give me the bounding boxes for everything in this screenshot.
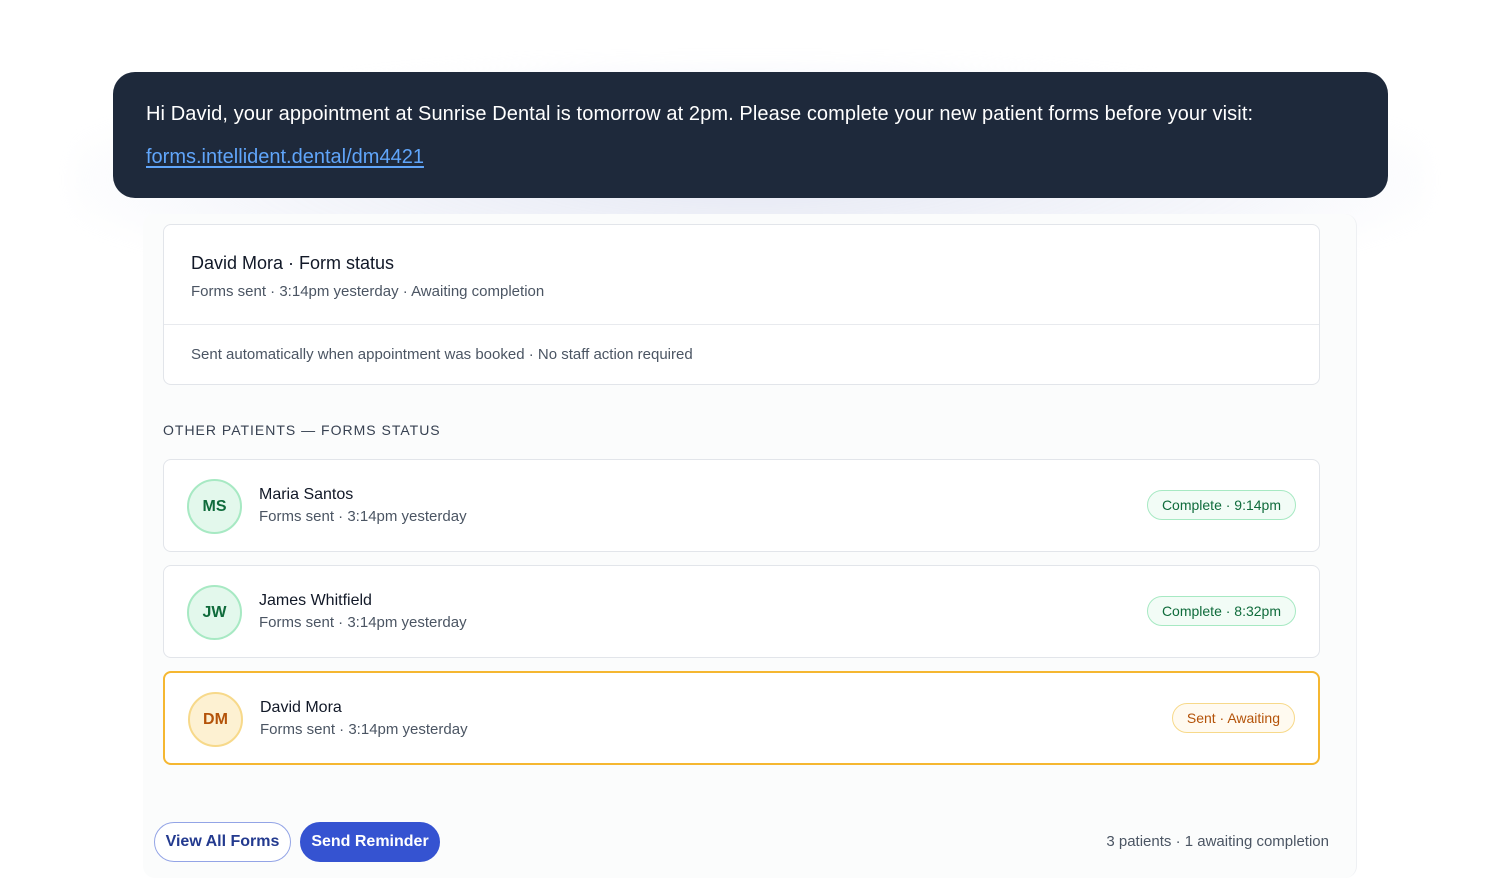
patient-forms-sent: Forms sent · 3:14pm yesterday bbox=[259, 614, 467, 631]
status-card-title: David Mora · Form status bbox=[191, 253, 395, 273]
forms-link[interactable]: forms.intellident.dental/dm4421 bbox=[146, 144, 424, 170]
patient-name: James Whitfield bbox=[259, 592, 372, 609]
patient-row-maria-santos[interactable]: MS Maria Santos Forms sent · 3:14pm yest… bbox=[163, 459, 1320, 552]
status-badge: Complete · 8:32pm bbox=[1146, 596, 1296, 626]
patient-forms-sent: Forms sent · 3:14pm yesterday bbox=[260, 721, 468, 738]
avatar: JW bbox=[187, 585, 242, 640]
form-status-card: David Mora · Form status Forms sent · 3:… bbox=[163, 224, 1320, 385]
patient-forms-sent: Forms sent · 3:14pm yesterday bbox=[259, 508, 467, 525]
status-card-subtitle: Forms sent · 3:14pm yesterday · Awaiting… bbox=[191, 283, 545, 300]
status-badge: Sent · Awaiting bbox=[1171, 703, 1295, 733]
view-all-forms-button[interactable]: View All Forms bbox=[154, 822, 291, 862]
status-badge: Complete · 9:14pm bbox=[1146, 490, 1296, 520]
patient-row-james-whitfield[interactable]: JW James Whitfield Forms sent · 3:14pm y… bbox=[163, 565, 1320, 658]
message-text: Hi David, your appointment at Sunrise De… bbox=[146, 103, 1254, 125]
patient-row-david-mora[interactable]: DM David Mora Forms sent · 3:14pm yester… bbox=[163, 671, 1320, 765]
avatar: MS bbox=[187, 479, 242, 534]
status-card-note: Sent automatically when appointment was … bbox=[191, 346, 693, 363]
patient-name: David Mora bbox=[260, 699, 342, 716]
send-reminder-button[interactable]: Send Reminder bbox=[300, 822, 440, 862]
patients-summary: 3 patients · 1 awaiting completion bbox=[1106, 833, 1329, 850]
section-heading: OTHER PATIENTS — FORMS STATUS bbox=[163, 422, 441, 438]
status-card-header: David Mora · Form status Forms sent · 3:… bbox=[164, 225, 1319, 325]
screen: Hi David, your appointment at Sunrise De… bbox=[0, 0, 1500, 878]
patient-name: Maria Santos bbox=[259, 486, 354, 503]
sms-message-bubble: Hi David, your appointment at Sunrise De… bbox=[113, 72, 1388, 198]
avatar: DM bbox=[188, 692, 243, 747]
